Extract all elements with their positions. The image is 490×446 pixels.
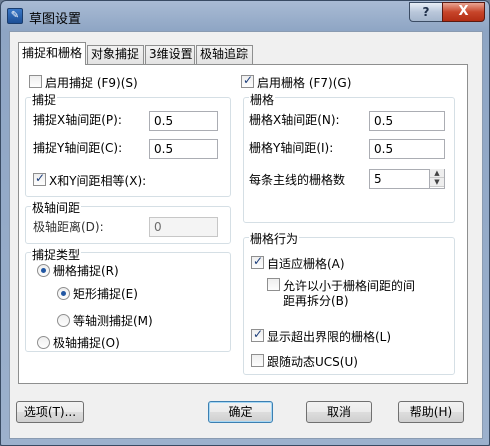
rect-snap-label[interactable]: 矩形捕捉(E) xyxy=(73,285,138,302)
major-line-label: 每条主线的栅格数 xyxy=(249,173,346,187)
adaptive-grid-label[interactable]: 自适应栅格(A) xyxy=(267,255,345,272)
tab-object-snap[interactable]: 对象捕捉 xyxy=(87,45,144,64)
grid-y-spacing-label: 栅格Y轴间距(I): xyxy=(249,141,334,155)
snap-x-spacing-label: 捕捉X轴间距(P): xyxy=(33,113,122,127)
rect-snap-radio[interactable] xyxy=(57,287,70,300)
enable-grid-checkbox[interactable] xyxy=(241,73,254,88)
beyond-limits-checkbox[interactable] xyxy=(251,327,264,342)
grid-y-spacing-input[interactable]: 0.5 xyxy=(369,139,445,159)
iso-snap-radio[interactable] xyxy=(57,314,70,327)
enable-grid-label[interactable]: 启用栅格 (F7)(G) xyxy=(257,74,351,91)
spin-up-icon[interactable]: ▲ xyxy=(430,169,444,178)
help-dialog-button[interactable]: 帮助(H) xyxy=(398,401,464,423)
close-button[interactable]: X xyxy=(442,2,485,22)
help-button[interactable]: ? xyxy=(409,2,443,22)
snap-y-spacing-input[interactable]: 0.5 xyxy=(149,139,218,159)
enable-snap-checkbox[interactable] xyxy=(29,75,42,88)
cancel-button[interactable]: 取消 xyxy=(306,401,372,423)
grid-x-spacing-label: 栅格X轴间距(N): xyxy=(249,113,340,127)
grid-snap-label[interactable]: 栅格捕捉(R) xyxy=(53,262,119,279)
tab-panel: 启用捕捉 (F9)(S) 捕捉 捕捉X轴间距(P): 0.5 捕捉Y轴间距(C)… xyxy=(18,64,468,384)
snap-y-spacing-label: 捕捉Y轴间距(C): xyxy=(33,141,123,155)
allow-subdivide-label-2[interactable]: 距再拆分(B) xyxy=(283,292,349,309)
equal-spacing-label[interactable]: X和Y间距相等(X): xyxy=(49,172,146,189)
enable-snap-label[interactable]: 启用捕捉 (F9)(S) xyxy=(45,74,138,91)
snap-x-spacing-input[interactable]: 0.5 xyxy=(149,111,218,131)
major-line-spinner[interactable]: ▲ ▼ xyxy=(429,169,444,189)
grid-behavior-group-title: 栅格行为 xyxy=(249,230,300,247)
snap-type-group-title: 捕捉类型 xyxy=(31,246,82,263)
follow-ucs-label[interactable]: 跟随动态UCS(U) xyxy=(267,353,358,370)
polar-spacing-group-title: 极轴间距 xyxy=(31,199,82,216)
dialog-window: ✎ 草图设置 ? X 捕捉和栅格 对象捕捉 3维设置 极轴追踪 启用捕捉 (F9… xyxy=(0,0,490,446)
options-button[interactable]: 选项(T)... xyxy=(16,401,84,423)
app-icon: ✎ xyxy=(7,8,23,24)
tab-3d-settings[interactable]: 3维设置 xyxy=(145,45,195,64)
follow-ucs-checkbox[interactable] xyxy=(251,354,264,367)
tab-polar-tracking[interactable]: 极轴追踪 xyxy=(196,45,253,64)
title-bar[interactable]: ✎ 草图设置 ? X xyxy=(1,1,489,31)
dialog-client: 捕捉和栅格 对象捕捉 3维设置 极轴追踪 启用捕捉 (F9)(S) 捕捉 捕捉X… xyxy=(9,31,483,439)
ok-button[interactable]: 确定 xyxy=(208,401,273,423)
tab-snap-grid[interactable]: 捕捉和栅格 xyxy=(18,42,86,65)
equal-spacing-checkbox[interactable] xyxy=(33,171,46,186)
beyond-limits-label[interactable]: 显示超出界限的栅格(L) xyxy=(267,328,391,345)
iso-snap-label[interactable]: 等轴测捕捉(M) xyxy=(73,312,153,329)
grid-group-title: 栅格 xyxy=(249,91,276,108)
polar-snap-radio[interactable] xyxy=(37,336,50,349)
adaptive-grid-checkbox[interactable] xyxy=(251,254,264,269)
polar-distance-input[interactable]: 0 xyxy=(149,217,218,237)
snap-group-title: 捕捉 xyxy=(31,91,58,108)
spin-down-icon[interactable]: ▼ xyxy=(430,178,444,187)
grid-snap-radio[interactable] xyxy=(37,264,50,277)
polar-snap-label[interactable]: 极轴捕捉(O) xyxy=(53,334,120,351)
window-title: 草图设置 xyxy=(29,12,82,27)
allow-subdivide-checkbox[interactable] xyxy=(267,278,280,291)
grid-x-spacing-input[interactable]: 0.5 xyxy=(369,111,445,131)
polar-distance-label: 极轴距离(D): xyxy=(33,220,104,234)
